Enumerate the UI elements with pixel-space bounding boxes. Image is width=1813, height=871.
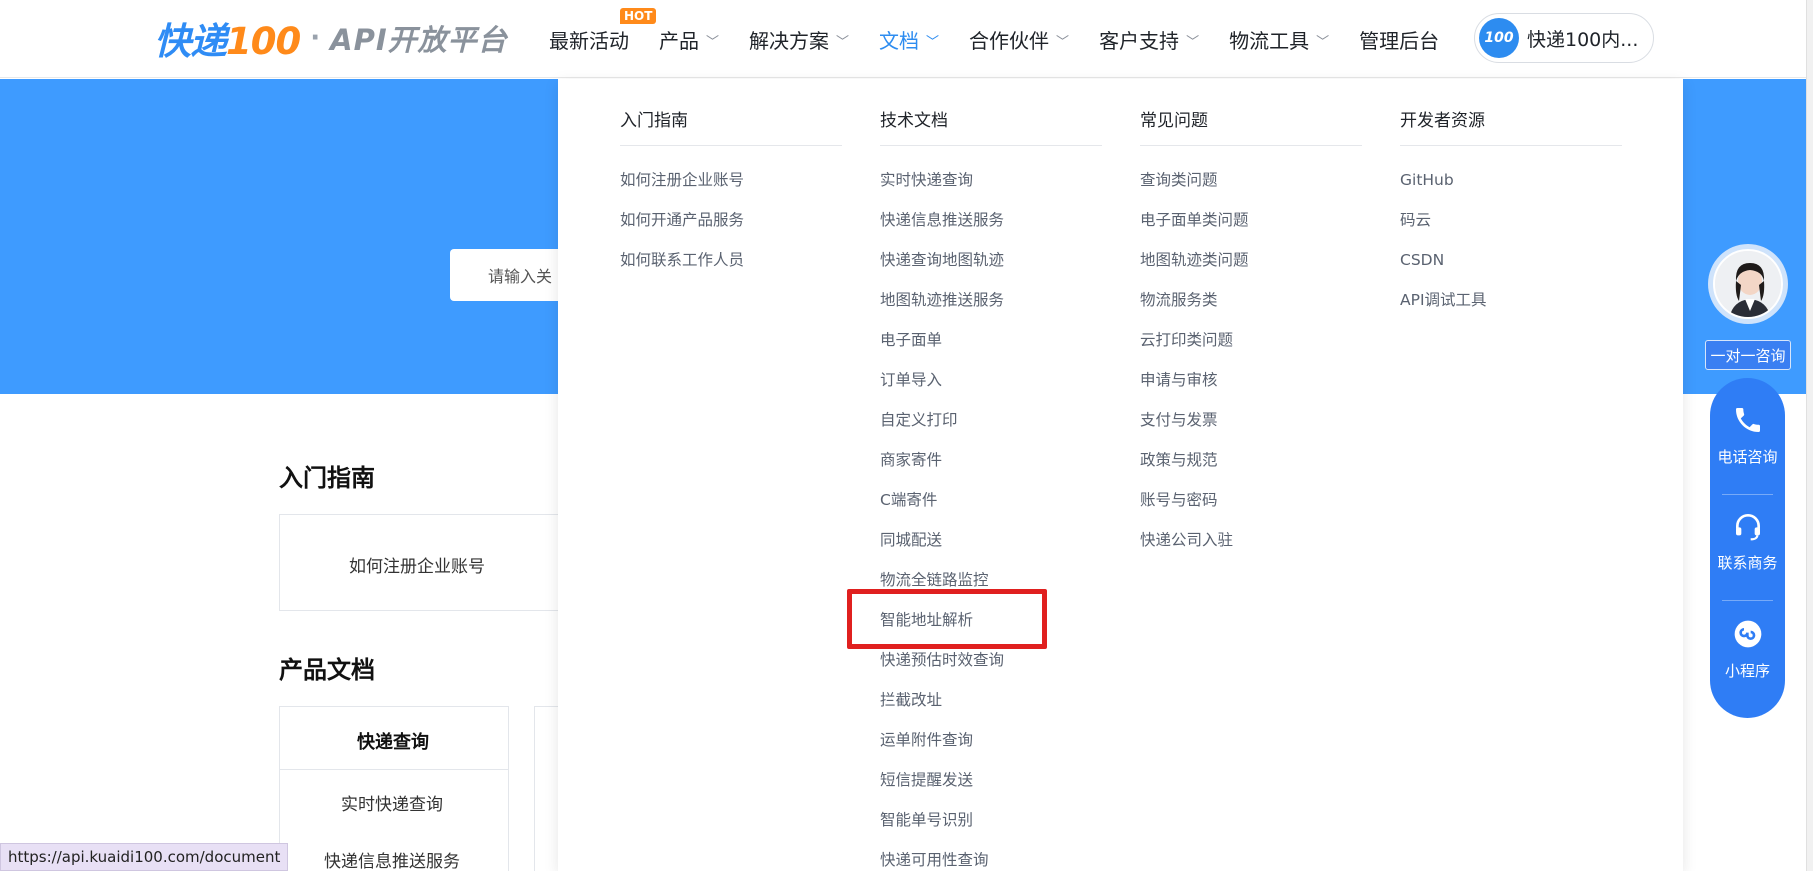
mini-program-label: 小程序	[1724, 662, 1770, 680]
status-url: https://api.kuaidi100.com/document	[0, 843, 289, 871]
logo-dot: ·	[310, 23, 321, 53]
contact-side-panel: 电话咨询 联系商务 小程序	[1710, 378, 1785, 718]
column-title: 技术文档	[880, 104, 1102, 146]
table-row[interactable]: 实时快递查询	[341, 790, 443, 815]
side-divider	[1722, 600, 1773, 601]
menu-item[interactable]: 如何联系工作人员	[620, 250, 842, 290]
main-nav: 最新活动 HOT 产品 ﹀ 解决方案 ﹀ 文档 ﹀ 合作伙伴 ﹀ 客户支持 ﹀ 物流工具 ﹀…	[549, 7, 1469, 56]
consultant-avatar[interactable]	[1708, 244, 1788, 324]
chevron-down-icon: ﹀	[1186, 34, 1200, 50]
product-table: 快递查询 实时快递查询 快递信息推送服务	[279, 706, 509, 871]
menu-item[interactable]: 码云	[1400, 210, 1622, 250]
menu-item[interactable]: 支付与发票	[1140, 410, 1362, 450]
menu-item[interactable]: 快递可用性查询	[880, 850, 1102, 871]
intro-card-label: 如何注册企业账号	[349, 557, 485, 577]
column-title: 入门指南	[620, 104, 842, 146]
side-divider	[1722, 494, 1773, 495]
nav-item-activities[interactable]: 最新活动 HOT	[549, 7, 657, 54]
nav-item-docs[interactable]: 文档 ﹀	[879, 25, 939, 54]
menu-item[interactable]: 查询类问题	[1140, 170, 1362, 210]
chevron-down-icon: ﹀	[836, 34, 850, 50]
nav-item-products[interactable]: 产品 ﹀	[659, 25, 719, 54]
highlight-annotation-box	[847, 589, 1047, 649]
menu-item[interactable]: 实时快递查询	[880, 170, 1102, 210]
menu-item[interactable]: 快递信息推送服务	[880, 210, 1102, 250]
dropdown-column-faq: 常见问题 查询类问题 电子面单类问题 地图轨迹类问题 物流服务类 云打印类问题 …	[1140, 104, 1362, 570]
column-title: 常见问题	[1140, 104, 1362, 146]
account-name: 快递100内...	[1527, 28, 1639, 51]
nav-item-support[interactable]: 客户支持 ﹀	[1099, 25, 1199, 54]
consult-button[interactable]: 一对一咨询	[1705, 340, 1791, 370]
menu-item[interactable]: 如何开通产品服务	[620, 210, 842, 250]
site-logo[interactable]: 快递100 · API开放平台	[154, 14, 508, 63]
dropdown-column-tech-docs: 技术文档 实时快递查询 快递信息推送服务 快递查询地图轨迹 地图轨迹推送服务 电…	[880, 104, 1102, 871]
menu-item[interactable]: 快递公司入驻	[1140, 530, 1362, 570]
avatar	[1713, 249, 1783, 319]
nav-item-partners[interactable]: 合作伙伴 ﹀	[969, 25, 1069, 54]
menu-item[interactable]: C端寄件	[880, 490, 1102, 530]
menu-item[interactable]: 政策与规范	[1140, 450, 1362, 490]
contact-business-label: 联系商务	[1717, 554, 1778, 572]
search-placeholder: 请输入关	[488, 267, 553, 286]
logo-subtitle: API开放平台	[330, 23, 508, 57]
contact-business-button[interactable]: 联系商务	[1710, 510, 1785, 573]
menu-item[interactable]: 快递查询地图轨迹	[880, 250, 1102, 290]
menu-item[interactable]: 运单附件查询	[880, 730, 1102, 770]
menu-item[interactable]: 申请与审核	[1140, 370, 1362, 410]
menu-item[interactable]: 商家寄件	[880, 450, 1102, 490]
headset-icon	[1732, 510, 1764, 546]
account-logo-icon: 100	[1479, 18, 1519, 58]
menu-item[interactable]: 拦截改址	[880, 690, 1102, 730]
hot-badge: HOT	[620, 7, 657, 24]
menu-item[interactable]: 电子面单类问题	[1140, 210, 1362, 250]
phone-consult-button[interactable]: 电话咨询	[1710, 404, 1785, 467]
logo-brand: 快递100	[154, 20, 301, 63]
menu-item[interactable]: 自定义打印	[880, 410, 1102, 450]
intro-section-title: 入门指南	[279, 464, 375, 492]
table-row[interactable]: 快递信息推送服务	[324, 847, 460, 871]
menu-item[interactable]: 智能单号识别	[880, 810, 1102, 850]
menu-item[interactable]: 快递预估时效查询	[880, 650, 1102, 690]
nav-item-solutions[interactable]: 解决方案 ﹀	[749, 25, 849, 54]
account-menu[interactable]: 100 快递100内...	[1474, 13, 1654, 63]
menu-item[interactable]: 云打印类问题	[1140, 330, 1362, 370]
menu-item[interactable]: 同城配送	[880, 530, 1102, 570]
nav-item-admin[interactable]: 管理后台	[1359, 25, 1439, 54]
menu-item[interactable]: GitHub	[1400, 170, 1622, 210]
menu-item[interactable]: 地图轨迹推送服务	[880, 290, 1102, 330]
column-title: 开发者资源	[1400, 104, 1622, 146]
docs-dropdown-menu: 入门指南 如何注册企业账号 如何开通产品服务 如何联系工作人员 技术文档 实时快…	[558, 79, 1683, 871]
menu-item[interactable]: 账号与密码	[1140, 490, 1362, 530]
dropdown-column-intro: 入门指南 如何注册企业账号 如何开通产品服务 如何联系工作人员	[620, 104, 842, 290]
menu-item[interactable]: 订单导入	[880, 370, 1102, 410]
chevron-down-icon: ﹀	[926, 34, 940, 50]
chevron-down-icon: ﹀	[1056, 34, 1070, 50]
product-section-title: 产品文档	[279, 656, 375, 684]
table-divider	[280, 769, 508, 770]
menu-item[interactable]: CSDN	[1400, 250, 1622, 290]
menu-item[interactable]: 短信提醒发送	[880, 770, 1102, 810]
mini-program-button[interactable]: 小程序	[1710, 618, 1785, 681]
phone-icon	[1732, 404, 1764, 440]
chevron-down-icon: ﹀	[1316, 34, 1330, 50]
chevron-down-icon: ﹀	[706, 34, 720, 50]
menu-item[interactable]: 电子面单	[880, 330, 1102, 370]
top-header: 快递100 · API开放平台 最新活动 HOT 产品 ﹀ 解决方案 ﹀ 文档 ﹀ 合…	[0, 0, 1813, 78]
menu-item[interactable]: 地图轨迹类问题	[1140, 250, 1362, 290]
phone-consult-label: 电话咨询	[1717, 448, 1778, 466]
nav-item-tools[interactable]: 物流工具 ﹀	[1229, 25, 1329, 54]
mini-program-icon	[1732, 618, 1764, 654]
table-header: 快递查询	[357, 732, 429, 753]
menu-item[interactable]: 物流服务类	[1140, 290, 1362, 330]
intro-card[interactable]: 如何注册企业账号	[279, 514, 579, 611]
menu-item[interactable]: 如何注册企业账号	[620, 170, 842, 210]
menu-item[interactable]: API调试工具	[1400, 290, 1622, 330]
dropdown-column-dev-resources: 开发者资源 GitHub 码云 CSDN API调试工具	[1400, 104, 1622, 330]
scrollbar[interactable]	[1806, 0, 1813, 871]
